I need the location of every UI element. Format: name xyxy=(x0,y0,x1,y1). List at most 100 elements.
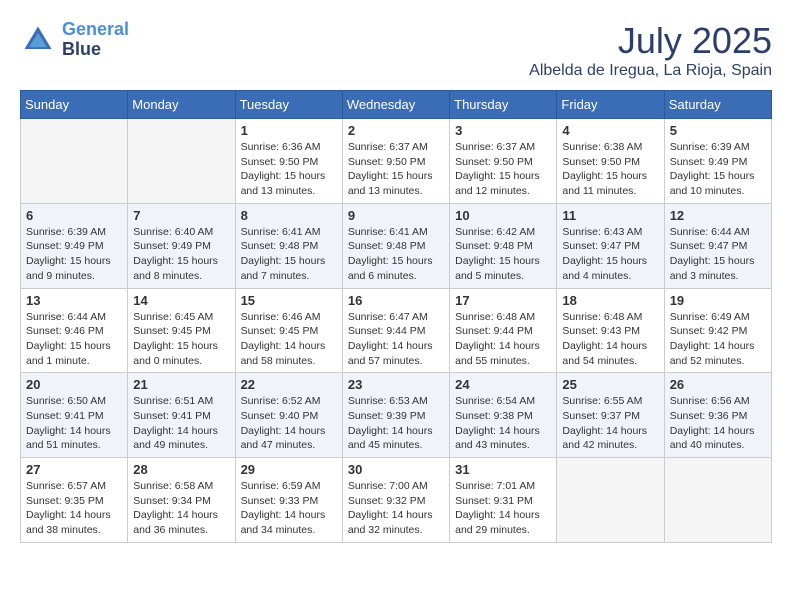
weekday-header: Monday xyxy=(128,91,235,119)
calendar-cell: 5 Sunrise: 6:39 AM Sunset: 9:49 PM Daylig… xyxy=(664,119,771,204)
calendar-cell: 17 Sunrise: 6:48 AM Sunset: 9:44 PM Dayli… xyxy=(450,288,557,373)
day-number: 17 xyxy=(455,293,551,308)
calendar-week-row: 13 Sunrise: 6:44 AM Sunset: 9:46 PM Dayli… xyxy=(21,288,772,373)
day-number: 2 xyxy=(348,123,444,138)
day-info: Sunrise: 6:39 AM Sunset: 9:49 PM Dayligh… xyxy=(26,225,122,284)
weekday-header: Friday xyxy=(557,91,664,119)
calendar-table: SundayMondayTuesdayWednesdayThursdayFrid… xyxy=(20,90,772,543)
calendar-cell: 23 Sunrise: 6:53 AM Sunset: 9:39 PM Dayli… xyxy=(342,373,449,458)
day-info: Sunrise: 6:54 AM Sunset: 9:38 PM Dayligh… xyxy=(455,394,551,453)
calendar-week-row: 27Sunrise: 6:57 AM Sunset: 9:35 PM Dayli… xyxy=(21,458,772,543)
month-title: July 2025 xyxy=(529,20,772,62)
day-info: Sunrise: 6:59 AM Sunset: 9:33 PM Dayligh… xyxy=(241,479,337,538)
calendar-cell: 6 Sunrise: 6:39 AM Sunset: 9:49 PM Daylig… xyxy=(21,203,128,288)
calendar-cell: 13 Sunrise: 6:44 AM Sunset: 9:46 PM Dayli… xyxy=(21,288,128,373)
calendar-week-row: 1Sunrise: 6:36 AM Sunset: 9:50 PM Daylig… xyxy=(21,119,772,204)
day-info: Sunrise: 6:52 AM Sunset: 9:40 PM Dayligh… xyxy=(241,394,337,453)
calendar-cell: 9 Sunrise: 6:41 AM Sunset: 9:48 PM Daylig… xyxy=(342,203,449,288)
day-number: 5 xyxy=(670,123,766,138)
calendar-cell: 11Sunrise: 6:43 AM Sunset: 9:47 PM Dayli… xyxy=(557,203,664,288)
calendar-week-row: 6 Sunrise: 6:39 AM Sunset: 9:49 PM Daylig… xyxy=(21,203,772,288)
calendar-cell: 8 Sunrise: 6:41 AM Sunset: 9:48 PM Daylig… xyxy=(235,203,342,288)
day-info: Sunrise: 6:46 AM Sunset: 9:45 PM Dayligh… xyxy=(241,310,337,369)
day-info: Sunrise: 6:41 AM Sunset: 9:48 PM Dayligh… xyxy=(241,225,337,284)
logo-text: General Blue xyxy=(62,20,129,60)
calendar-cell: 3 Sunrise: 6:37 AM Sunset: 9:50 PM Daylig… xyxy=(450,119,557,204)
calendar-cell: 27Sunrise: 6:57 AM Sunset: 9:35 PM Dayli… xyxy=(21,458,128,543)
calendar-cell: 30 Sunrise: 7:00 AM Sunset: 9:32 PM Dayli… xyxy=(342,458,449,543)
day-info: Sunrise: 6:58 AM Sunset: 9:34 PM Dayligh… xyxy=(133,479,229,538)
calendar-cell: 24Sunrise: 6:54 AM Sunset: 9:38 PM Dayli… xyxy=(450,373,557,458)
day-info: Sunrise: 6:53 AM Sunset: 9:39 PM Dayligh… xyxy=(348,394,444,453)
day-number: 6 xyxy=(26,208,122,223)
logo-icon xyxy=(20,22,56,58)
day-info: Sunrise: 6:37 AM Sunset: 9:50 PM Dayligh… xyxy=(455,140,551,199)
calendar-cell xyxy=(128,119,235,204)
calendar-cell: 19Sunrise: 6:49 AM Sunset: 9:42 PM Dayli… xyxy=(664,288,771,373)
day-info: Sunrise: 6:39 AM Sunset: 9:49 PM Dayligh… xyxy=(670,140,766,199)
logo: General Blue xyxy=(20,20,129,60)
day-number: 9 xyxy=(348,208,444,223)
calendar-cell xyxy=(21,119,128,204)
day-info: Sunrise: 6:40 AM Sunset: 9:49 PM Dayligh… xyxy=(133,225,229,284)
calendar-cell: 2 Sunrise: 6:37 AM Sunset: 9:50 PM Daylig… xyxy=(342,119,449,204)
day-info: Sunrise: 6:41 AM Sunset: 9:48 PM Dayligh… xyxy=(348,225,444,284)
day-number: 13 xyxy=(26,293,122,308)
day-number: 23 xyxy=(348,377,444,392)
day-number: 25 xyxy=(562,377,658,392)
calendar-cell: 18Sunrise: 6:48 AM Sunset: 9:43 PM Dayli… xyxy=(557,288,664,373)
day-number: 31 xyxy=(455,462,551,477)
day-number: 3 xyxy=(455,123,551,138)
calendar-cell: 10Sunrise: 6:42 AM Sunset: 9:48 PM Dayli… xyxy=(450,203,557,288)
day-info: Sunrise: 6:44 AM Sunset: 9:46 PM Dayligh… xyxy=(26,310,122,369)
day-info: Sunrise: 6:45 AM Sunset: 9:45 PM Dayligh… xyxy=(133,310,229,369)
calendar-cell: 12Sunrise: 6:44 AM Sunset: 9:47 PM Dayli… xyxy=(664,203,771,288)
day-info: Sunrise: 7:00 AM Sunset: 9:32 PM Dayligh… xyxy=(348,479,444,538)
calendar-cell: 31 Sunrise: 7:01 AM Sunset: 9:31 PM Dayli… xyxy=(450,458,557,543)
weekday-header: Wednesday xyxy=(342,91,449,119)
day-number: 26 xyxy=(670,377,766,392)
day-info: Sunrise: 6:50 AM Sunset: 9:41 PM Dayligh… xyxy=(26,394,122,453)
day-number: 27 xyxy=(26,462,122,477)
calendar-week-row: 20 Sunrise: 6:50 AM Sunset: 9:41 PM Dayli… xyxy=(21,373,772,458)
day-number: 4 xyxy=(562,123,658,138)
day-number: 30 xyxy=(348,462,444,477)
calendar-cell: 21Sunrise: 6:51 AM Sunset: 9:41 PM Dayli… xyxy=(128,373,235,458)
day-number: 18 xyxy=(562,293,658,308)
day-number: 14 xyxy=(133,293,229,308)
day-info: Sunrise: 6:37 AM Sunset: 9:50 PM Dayligh… xyxy=(348,140,444,199)
day-info: Sunrise: 6:48 AM Sunset: 9:44 PM Dayligh… xyxy=(455,310,551,369)
day-info: Sunrise: 7:01 AM Sunset: 9:31 PM Dayligh… xyxy=(455,479,551,538)
calendar-cell: 1Sunrise: 6:36 AM Sunset: 9:50 PM Daylig… xyxy=(235,119,342,204)
calendar-cell: 22 Sunrise: 6:52 AM Sunset: 9:40 PM Dayli… xyxy=(235,373,342,458)
day-info: Sunrise: 6:49 AM Sunset: 9:42 PM Dayligh… xyxy=(670,310,766,369)
day-number: 7 xyxy=(133,208,229,223)
day-number: 15 xyxy=(241,293,337,308)
calendar-cell: 16 Sunrise: 6:47 AM Sunset: 9:44 PM Dayli… xyxy=(342,288,449,373)
page-header: General Blue July 2025 Albelda de Iregua… xyxy=(20,20,772,80)
day-info: Sunrise: 6:38 AM Sunset: 9:50 PM Dayligh… xyxy=(562,140,658,199)
day-number: 16 xyxy=(348,293,444,308)
day-info: Sunrise: 6:47 AM Sunset: 9:44 PM Dayligh… xyxy=(348,310,444,369)
day-number: 11 xyxy=(562,208,658,223)
title-block: July 2025 Albelda de Iregua, La Rioja, S… xyxy=(529,20,772,80)
calendar-cell: 7 Sunrise: 6:40 AM Sunset: 9:49 PM Daylig… xyxy=(128,203,235,288)
day-number: 22 xyxy=(241,377,337,392)
weekday-header: Sunday xyxy=(21,91,128,119)
location: Albelda de Iregua, La Rioja, Spain xyxy=(529,62,772,80)
weekday-header: Thursday xyxy=(450,91,557,119)
calendar-cell: 15 Sunrise: 6:46 AM Sunset: 9:45 PM Dayli… xyxy=(235,288,342,373)
calendar-cell: 26 Sunrise: 6:56 AM Sunset: 9:36 PM Dayli… xyxy=(664,373,771,458)
calendar-cell: 25Sunrise: 6:55 AM Sunset: 9:37 PM Dayli… xyxy=(557,373,664,458)
day-number: 10 xyxy=(455,208,551,223)
day-info: Sunrise: 6:56 AM Sunset: 9:36 PM Dayligh… xyxy=(670,394,766,453)
calendar-cell: 20 Sunrise: 6:50 AM Sunset: 9:41 PM Dayli… xyxy=(21,373,128,458)
day-info: Sunrise: 6:44 AM Sunset: 9:47 PM Dayligh… xyxy=(670,225,766,284)
calendar-cell: 14 Sunrise: 6:45 AM Sunset: 9:45 PM Dayli… xyxy=(128,288,235,373)
day-number: 8 xyxy=(241,208,337,223)
day-number: 20 xyxy=(26,377,122,392)
calendar-cell xyxy=(557,458,664,543)
weekday-header-row: SundayMondayTuesdayWednesdayThursdayFrid… xyxy=(21,91,772,119)
day-number: 29 xyxy=(241,462,337,477)
day-number: 1 xyxy=(241,123,337,138)
